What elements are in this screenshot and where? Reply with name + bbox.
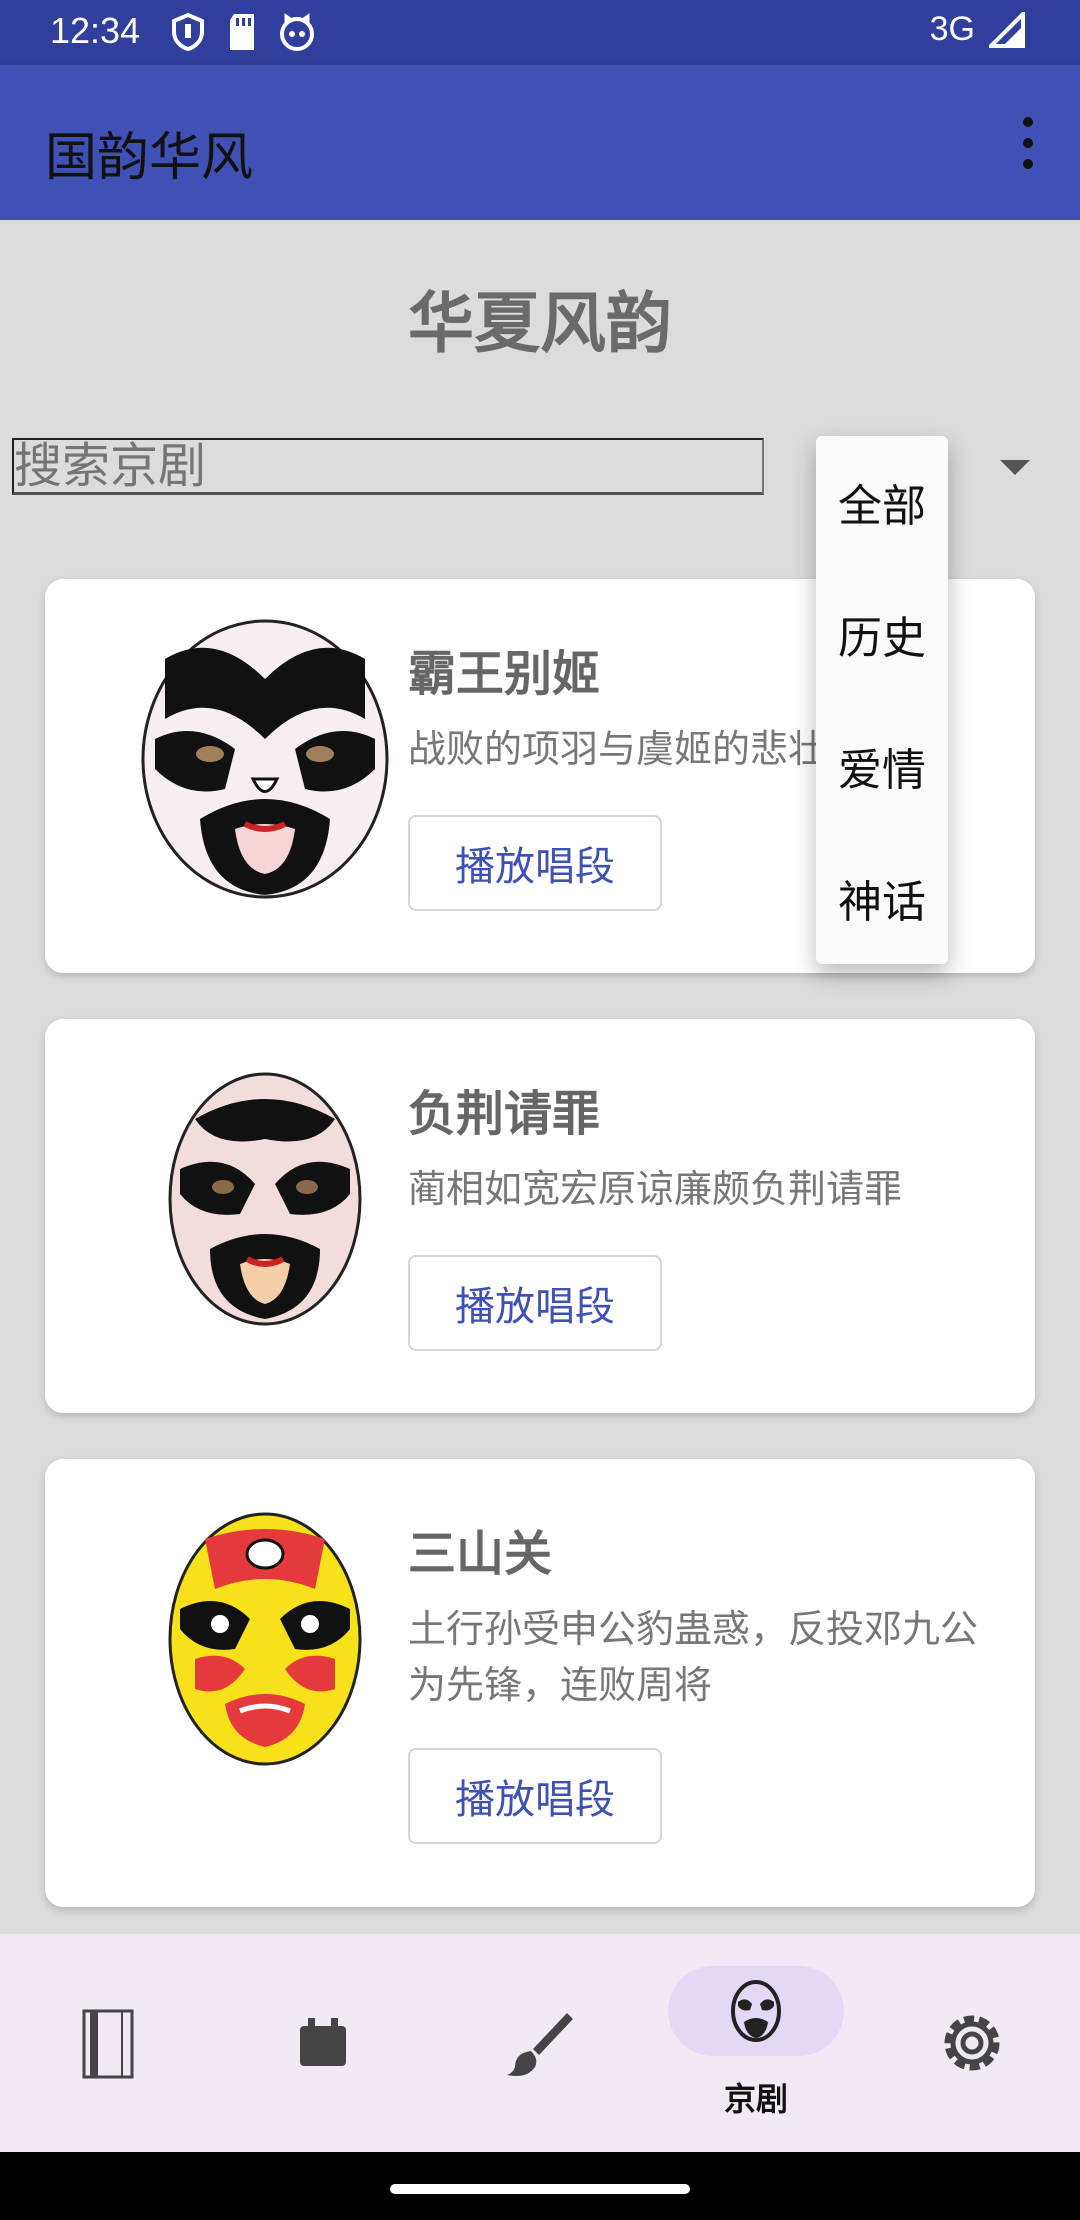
app-bar: 国韵华风 [0, 65, 1080, 220]
play-clip-button[interactable]: 播放唱段 [408, 815, 662, 911]
gear-icon [944, 2015, 1000, 2071]
nav-item-painting[interactable] [432, 1934, 648, 2152]
menu-item-history[interactable]: 历史 [816, 568, 948, 700]
opera-card: 三山关 土行孙受申公豹蛊惑，反投邓九公为先锋，连败周将 播放唱段 [45, 1459, 1035, 1907]
card-description: 蔺相如宽宏原谅廉颇负荆请罪 [408, 1167, 903, 1211]
book-icon [82, 2009, 134, 2079]
nav-label-peking-opera: 京剧 [723, 2080, 788, 2118]
opera-mask-image [141, 619, 389, 899]
gesture-navigation-bar [0, 2152, 1080, 2220]
play-clip-button[interactable]: 播放唱段 [408, 1748, 662, 1844]
home-gesture-handle[interactable] [390, 2184, 690, 2194]
menu-item-mythology[interactable]: 神话 [816, 832, 948, 964]
opera-mask-icon [731, 1980, 781, 2042]
calendar-icon [300, 2018, 346, 2066]
category-dropdown-menu: 全部 历史 爱情 神话 [816, 436, 948, 964]
opera-mask-image [168, 1512, 362, 1766]
card-description: 土行孙受申公豹蛊惑，反投邓九公为先锋，连败周将 [408, 1607, 979, 1707]
nav-item-settings[interactable] [864, 1934, 1080, 2152]
app-title: 国韵华风 [45, 128, 254, 188]
dropdown-arrow-icon[interactable] [1000, 460, 1030, 475]
signal-icon [989, 11, 1025, 48]
status-time: 12:34 [50, 10, 141, 51]
opera-mask-image [168, 1072, 362, 1326]
card-title: 霸王别姬 [408, 646, 601, 702]
nav-item-book[interactable] [0, 1934, 216, 2152]
shield-icon [172, 12, 204, 52]
card-title: 负荆请罪 [408, 1086, 601, 1142]
status-icons [170, 12, 316, 52]
brush-icon [507, 2013, 573, 2076]
status-network: 3G [930, 10, 1025, 49]
card-title: 三山关 [408, 1526, 553, 1582]
status-bar: 12:34 3G [0, 0, 1080, 65]
search-input[interactable] [12, 438, 764, 495]
network-type: 3G [929, 10, 975, 48]
page-title: 华夏风韵 [408, 285, 672, 362]
opera-card: 负荆请罪 蔺相如宽宏原谅廉颇负荆请罪 播放唱段 [45, 1019, 1035, 1413]
menu-item-romance[interactable]: 爱情 [816, 700, 948, 832]
bottom-navigation: 京剧 [0, 1934, 1080, 2152]
overflow-menu-icon[interactable] [1016, 117, 1040, 169]
cat-face-icon [280, 13, 314, 51]
menu-item-all[interactable]: 全部 [816, 436, 948, 568]
nav-item-calendar[interactable] [216, 1934, 432, 2152]
play-clip-button[interactable]: 播放唱段 [408, 1255, 662, 1351]
sd-card-icon [230, 14, 254, 50]
